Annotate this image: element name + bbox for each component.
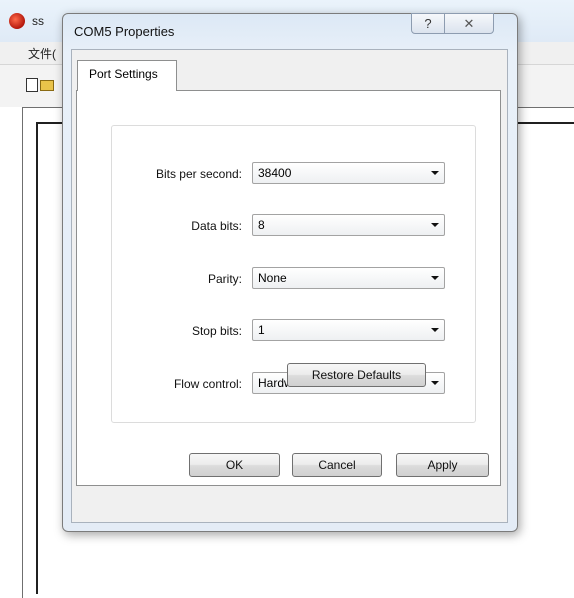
stop-bits-value: 1 — [258, 323, 265, 337]
help-button[interactable]: ? — [411, 13, 445, 34]
restore-defaults-button[interactable]: Restore Defaults — [287, 363, 426, 387]
port-settings-panel: Bits per second: 38400 Data bits: 8 Pari… — [76, 90, 501, 486]
tab-label: Port Settings — [89, 67, 158, 81]
bits-per-second-label: Bits per second: — [155, 167, 242, 181]
parity-select[interactable]: None — [252, 267, 445, 289]
com-properties-dialog: COM5 Properties ? ✕ Port Settings Bits p… — [62, 13, 518, 532]
app-icon — [9, 13, 25, 29]
background-app-title: ss — [32, 14, 44, 28]
ok-button[interactable]: OK — [189, 453, 280, 477]
stop-bits-label: Stop bits: — [191, 324, 242, 338]
tab-port-settings[interactable]: Port Settings — [77, 60, 177, 91]
close-button[interactable]: ✕ — [444, 13, 494, 34]
chevron-down-icon — [431, 276, 439, 280]
chevron-down-icon — [431, 328, 439, 332]
new-file-icon[interactable] — [26, 78, 38, 92]
menu-file[interactable]: 文件( — [28, 45, 56, 62]
cancel-button[interactable]: Cancel — [292, 453, 382, 477]
bits-per-second-value: 38400 — [258, 166, 292, 180]
open-folder-icon[interactable] — [40, 80, 54, 91]
parity-value: None — [258, 271, 287, 285]
data-bits-label: Data bits: — [191, 219, 242, 233]
chevron-down-icon — [431, 171, 439, 175]
chevron-down-icon — [431, 223, 439, 227]
flow-control-label: Flow control: — [173, 377, 242, 391]
stop-bits-select[interactable]: 1 — [252, 319, 445, 341]
chevron-down-icon — [431, 381, 439, 385]
apply-button[interactable]: Apply — [396, 453, 489, 477]
bits-per-second-select[interactable]: 38400 — [252, 162, 445, 184]
data-bits-select[interactable]: 8 — [252, 214, 445, 236]
data-bits-value: 8 — [258, 218, 265, 232]
parity-label: Parity: — [207, 272, 242, 286]
dialog-title: COM5 Properties — [74, 24, 175, 39]
